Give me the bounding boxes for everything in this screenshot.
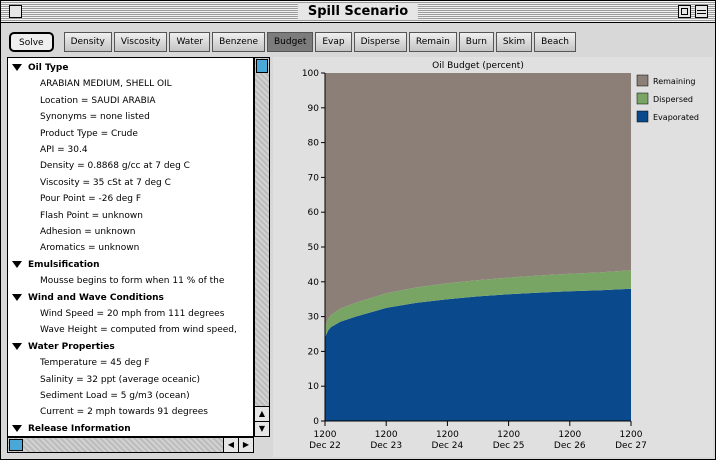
spill-scenario-window: Spill Scenario Solve Density Viscosity W… bbox=[0, 0, 716, 460]
y-tick-label: 80 bbox=[308, 139, 320, 149]
beach-button[interactable]: Beach bbox=[534, 32, 577, 52]
tree-section-label: Wind and Wave Conditions bbox=[28, 292, 164, 303]
horizontal-scrollbar[interactable]: ◀ ▶ bbox=[7, 437, 254, 453]
benzene-button[interactable]: Benzene bbox=[212, 32, 265, 52]
tree-section-header[interactable]: Wind and Wave Conditions bbox=[12, 290, 164, 306]
y-tick-label: 0 bbox=[313, 417, 319, 427]
tree-item: Synonyms = none listed bbox=[40, 112, 150, 123]
disclosure-triangle-icon[interactable] bbox=[12, 342, 22, 350]
tree-item: Adhesion = unknown bbox=[40, 227, 136, 237]
vertical-scroll-thumb[interactable] bbox=[256, 59, 268, 73]
tree-item: Mousse begins to form when 11 % of the bbox=[40, 276, 225, 287]
legend-swatch-remaining bbox=[636, 74, 649, 87]
tree-item: Flash Point = unknown bbox=[40, 210, 143, 221]
x-tick-label-time: 1200 bbox=[375, 430, 398, 440]
x-tick-label-time: 1200 bbox=[314, 430, 337, 440]
tree-item: Temperature = 45 deg F bbox=[40, 358, 150, 369]
y-tick-label: 10 bbox=[308, 382, 320, 392]
scroll-up-arrow-icon[interactable]: ▲ bbox=[255, 406, 269, 421]
tree-item: Wind Speed = 20 mph from 111 degrees bbox=[40, 309, 225, 319]
tree-item: ARABIAN MEDIUM, SHELL OIL bbox=[40, 79, 172, 90]
y-tick-label: 70 bbox=[308, 173, 320, 183]
tree-item: Aromatics = unknown bbox=[40, 243, 140, 254]
chart-title: Oil Budget (percent) bbox=[432, 61, 524, 71]
legend-label: Remaining bbox=[653, 77, 695, 86]
x-tick-label-date: Dec 22 bbox=[309, 441, 341, 451]
legend-label: Dispersed bbox=[653, 95, 693, 104]
density-button[interactable]: Density bbox=[63, 32, 112, 52]
scroll-down-arrow-icon[interactable]: ▼ bbox=[255, 421, 269, 436]
x-tick-label-time: 1200 bbox=[558, 430, 581, 440]
disperse-button[interactable]: Disperse bbox=[353, 32, 407, 52]
x-tick-label-date: Dec 24 bbox=[432, 441, 464, 451]
tree-section-label: Release Information bbox=[28, 423, 131, 434]
remain-button[interactable]: Remain bbox=[408, 32, 457, 52]
close-box-button[interactable] bbox=[9, 5, 22, 18]
y-tick-label: 60 bbox=[308, 208, 320, 218]
disclosure-triangle-icon[interactable] bbox=[12, 293, 22, 301]
x-tick-label-date: Dec 27 bbox=[615, 441, 647, 451]
budget-button[interactable]: Budget bbox=[267, 32, 314, 52]
legend-swatch-evaporated bbox=[636, 110, 649, 123]
tree-section-header[interactable]: Water Properties bbox=[12, 339, 115, 355]
water-button[interactable]: Water bbox=[169, 32, 211, 52]
tree-section-label: Emulsification bbox=[28, 259, 100, 270]
oil-budget-chart-area: Oil Budget (percent) 0 10 20 30 40 50 60 70 80 90 1… bbox=[273, 57, 713, 457]
horizontal-scroll-track[interactable] bbox=[8, 438, 223, 452]
skim-button[interactable]: Skim bbox=[495, 32, 533, 52]
viscosity-button[interactable]: Viscosity bbox=[113, 32, 168, 52]
tree-section-label: Water Properties bbox=[28, 341, 115, 352]
window-title: Spill Scenario bbox=[297, 3, 419, 20]
scenario-tree-panel: Oil Type ARABIAN MEDIUM, SHELL OIL Locatio… bbox=[7, 57, 254, 437]
y-tick-label: 40 bbox=[308, 278, 320, 288]
tree-item: Location = SAUDI ARABIA bbox=[40, 95, 156, 106]
title-bar[interactable]: Spill Scenario bbox=[1, 1, 715, 23]
oil-budget-chart: Oil Budget (percent) 0 10 20 30 40 50 60 70 80 90 1… bbox=[302, 61, 699, 451]
tree-item: Wave Height = computed from wind speed, bbox=[40, 325, 237, 336]
toolbar: Solve Density Viscosity Water Benzene Bu… bbox=[9, 31, 578, 53]
x-tick-label-time: 1200 bbox=[620, 430, 643, 440]
tree-item: API = 30.4 bbox=[40, 145, 88, 155]
horizontal-scroll-thumb[interactable] bbox=[9, 439, 23, 451]
disclosure-triangle-icon[interactable] bbox=[12, 260, 22, 268]
tree-item: Salinity = 32 ppt (average oceanic) bbox=[40, 374, 201, 385]
evap-button[interactable]: Evap bbox=[315, 32, 352, 52]
tree-section-header[interactable]: Release Information bbox=[12, 421, 131, 436]
tree-section-label: Oil Type bbox=[28, 63, 69, 73]
x-tick-label-date: Dec 26 bbox=[554, 441, 586, 451]
tree-item: Pour Point = -26 deg F bbox=[40, 194, 142, 205]
y-tick-label: 30 bbox=[308, 313, 320, 323]
tree-item: Current = 2 mph towards 91 degrees bbox=[40, 407, 208, 418]
zoom-box-button[interactable] bbox=[678, 5, 691, 18]
burn-button[interactable]: Burn bbox=[458, 32, 494, 52]
vertical-scroll-track[interactable] bbox=[255, 58, 269, 406]
tree-item: Density = 0.8868 g/cc at 7 deg C bbox=[40, 161, 190, 172]
scroll-right-arrow-icon[interactable]: ▶ bbox=[238, 438, 253, 452]
tree-item: Product Type = Crude bbox=[40, 128, 138, 139]
scroll-left-arrow-icon[interactable]: ◀ bbox=[223, 438, 238, 452]
legend-swatch-dispersed bbox=[636, 92, 649, 105]
vertical-scrollbar[interactable]: ▲ ▼ bbox=[254, 57, 270, 437]
solve-button[interactable]: Solve bbox=[9, 32, 54, 52]
x-tick-label-date: Dec 25 bbox=[493, 441, 525, 451]
tree-section-header[interactable]: Oil Type bbox=[12, 60, 68, 76]
y-tick-label: 50 bbox=[308, 243, 320, 253]
legend-label: Evaporated bbox=[653, 113, 699, 122]
x-tick-label-time: 1200 bbox=[436, 430, 459, 440]
disclosure-triangle-icon[interactable] bbox=[12, 424, 22, 432]
tree-item: Sediment Load = 5 g/m3 (ocean) bbox=[40, 391, 190, 401]
x-tick-label-time: 1200 bbox=[497, 430, 520, 440]
y-tick-label: 20 bbox=[308, 347, 320, 357]
tree-section-header[interactable]: Emulsification bbox=[12, 257, 100, 273]
y-tick-label: 90 bbox=[308, 104, 320, 114]
x-tick-label-date: Dec 23 bbox=[370, 441, 402, 451]
disclosure-triangle-icon[interactable] bbox=[12, 64, 22, 71]
tree-item: Viscosity = 35 cSt at 7 deg C bbox=[40, 177, 171, 188]
y-tick-label: 100 bbox=[302, 69, 319, 79]
collapse-box-button[interactable] bbox=[695, 5, 708, 18]
